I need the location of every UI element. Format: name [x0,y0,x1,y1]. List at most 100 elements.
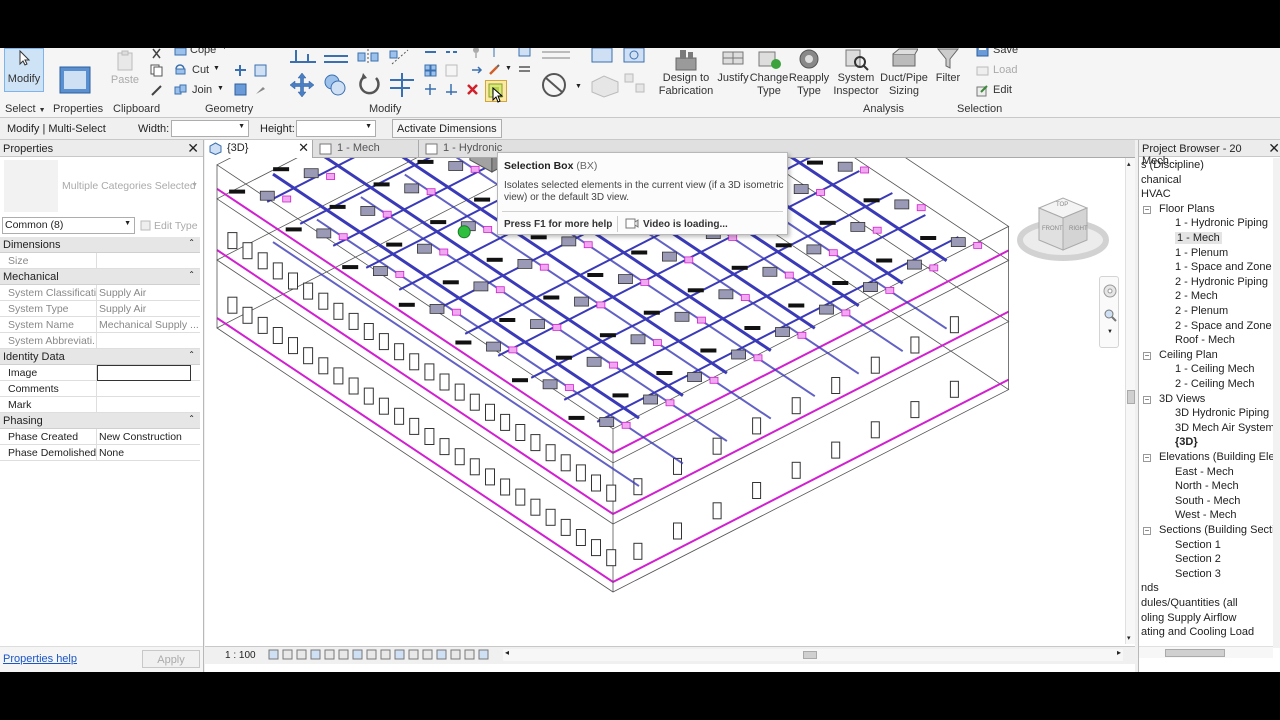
edit-type-button[interactable]: Edit Type [140,217,198,234]
copy-icon[interactable] [150,64,163,77]
browser-vscroll[interactable] [1273,158,1280,648]
prop-phase-created[interactable]: Phase Created New Construction [0,429,200,445]
viewcube[interactable]: TOP FRONT RIGHT [1017,184,1109,266]
pin-icon[interactable] [470,48,483,59]
join-icon[interactable] [174,83,187,96]
temporary-hide-icon[interactable] [380,649,391,660]
select-group-tab[interactable]: Select ▼ [5,103,46,115]
browser-close-icon[interactable]: ✕ [1268,140,1280,157]
copy-element-icon[interactable] [322,72,348,98]
browser-item[interactable]: 3D Mech Air System [1175,422,1275,434]
edit-family-icon[interactable] [540,48,572,68]
paste-button[interactable]: Paste [108,50,142,94]
instance-filter-combo[interactable]: Common (8) ▼ [2,217,135,234]
prop-system-abbreviation[interactable]: System Abbreviati... [0,333,200,349]
wall-joins-icon[interactable] [234,64,247,77]
connect-into-icon[interactable] [540,72,572,100]
align-icon[interactable] [288,48,318,66]
change-type-button[interactable]: Change Type [749,48,789,98]
browser-item[interactable]: 1 - Plenum [1175,247,1228,259]
vscroll-thumb[interactable] [1127,390,1135,404]
browser-item[interactable]: Section 2 [1175,553,1221,565]
zoom-dropdown-icon[interactable]: ▼ [1107,329,1113,335]
cut-dropdown-icon[interactable]: ▼ [213,65,220,72]
scale-icon[interactable] [445,64,458,77]
cope-icon[interactable] [174,48,187,58]
linework-icon[interactable] [518,63,531,76]
tab-3d[interactable]: {3D} ✕ [205,140,313,158]
tree-collapse-toggle[interactable]: − [1143,395,1151,404]
justify-button[interactable]: Justify [716,48,750,85]
tree-collapse-toggle[interactable]: − [1143,205,1151,214]
selection-box-button[interactable] [485,80,507,103]
parts-icon[interactable] [590,70,620,98]
group-identity-data[interactable]: Identity Data ⌃ [0,349,200,365]
browser-item[interactable]: Section 3 [1175,568,1221,580]
visual-style-icon[interactable] [282,649,293,660]
filter-button[interactable]: Filter [930,48,966,85]
browser-item[interactable]: {3D} [1175,436,1198,448]
browser-item[interactable]: chanical [1141,174,1181,186]
browser-item[interactable]: oling Supply Airflow [1141,612,1236,624]
browser-item[interactable]: 2 - Hydronic Piping [1175,276,1268,288]
unpin-icon[interactable] [470,64,483,77]
save-selection-button[interactable]: Save [976,48,1018,57]
group-mechanical[interactable]: Mechanical ⌃ [0,269,200,285]
height-combo[interactable]: ▼ [296,120,376,137]
modify-button[interactable]: Modify [4,48,44,92]
browser-item[interactable]: HVAC [1141,188,1171,200]
load-selection-button[interactable]: Load [976,63,1017,77]
properties-help-link[interactable]: Properties help [3,653,77,665]
browser-item[interactable]: 2 - Ceiling Mech [1175,378,1254,390]
constraints-icon[interactable] [436,649,447,660]
browser-item[interactable]: Roof - Mech [1175,334,1235,346]
cope-label[interactable]: Cope [190,48,216,56]
browser-item[interactable]: 1 - Ceiling Mech [1175,363,1254,375]
properties-button[interactable] [58,66,92,98]
browser-item[interactable]: 2 - Plenum [1175,305,1228,317]
browser-item[interactable]: 2 - Mech [1175,290,1218,302]
browser-item[interactable]: 1 - Hydronic Piping [1175,217,1268,229]
browser-item[interactable]: 1 - Space and Zone [1175,261,1272,273]
sun-path-icon[interactable] [296,649,307,660]
cut-scissors-icon[interactable] [150,48,163,61]
paint-dropdown-icon[interactable]: ▼ [505,65,512,72]
browser-item[interactable]: East - Mech [1175,466,1234,478]
show-crop-icon[interactable] [366,649,377,660]
browser-item[interactable]: Ceiling Plan [1159,349,1218,361]
highlight-displacement-icon[interactable] [422,649,433,660]
design-options-icon[interactable] [478,649,489,660]
browser-item[interactable]: North - Mech [1175,480,1239,492]
scroll-right-icon[interactable]: ▸ [1117,648,1121,657]
paint-icon[interactable] [234,83,247,96]
create-similar-icon[interactable] [590,48,616,66]
browser-hscroll[interactable] [1139,646,1273,658]
delete-icon[interactable] [466,83,479,96]
cut-label[interactable]: Cut [192,64,209,76]
prop-mark[interactable]: Mark [0,397,200,413]
connect-dropdown-icon[interactable]: ▼ [575,83,582,90]
scroll-left-icon[interactable]: ◂ [505,648,509,657]
trim-extend-icon[interactable] [388,72,416,98]
browser-hscroll-thumb[interactable] [1165,649,1225,657]
cut-geometry-icon[interactable] [174,63,187,76]
lock-3d-icon[interactable] [338,649,349,660]
create-group-icon[interactable] [622,48,648,66]
tab-1-mech[interactable]: 1 - Mech [315,140,419,158]
browser-item[interactable]: s (Discipline) [1141,159,1204,171]
prop-system-type[interactable]: System Type Supply Air [0,301,200,317]
browser-item[interactable]: dules/Quantities (all [1141,597,1238,609]
shadows-icon[interactable] [310,649,321,660]
tree-collapse-toggle[interactable]: − [1143,454,1151,462]
assembly-icon[interactable] [622,70,648,98]
match-properties-icon[interactable] [150,84,163,97]
browser-item[interactable]: 3D Hydronic Piping [1175,407,1269,419]
join-dropdown-icon[interactable]: ▼ [217,85,224,92]
browser-item[interactable]: 3D Views [1159,393,1205,405]
worksharing-icon[interactable] [464,649,475,660]
browser-item[interactable]: ating and Cooling Load [1141,626,1254,638]
scroll-up-icon[interactable]: ▴ [1127,160,1131,168]
prop-size[interactable]: Size [0,253,200,269]
activate-dimensions-button[interactable]: Activate Dimensions [392,119,502,138]
prop-value-input[interactable] [97,365,191,381]
